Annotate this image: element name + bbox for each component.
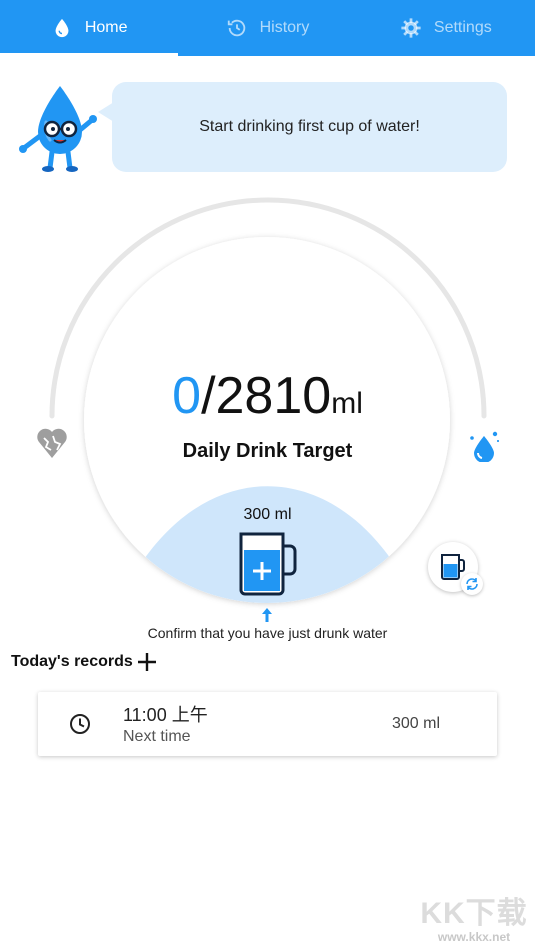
record-time: 11:00 上午 xyxy=(123,705,208,725)
tab-settings[interactable]: Settings xyxy=(357,0,535,56)
cup-amount: 300 ml xyxy=(243,506,292,523)
current-amount: 0 xyxy=(172,367,202,425)
tab-settings-label: Settings xyxy=(433,19,492,36)
tab-history[interactable]: History xyxy=(178,0,356,56)
history-icon xyxy=(227,19,245,37)
cracked-heart-icon xyxy=(37,428,67,458)
bubble-text: Start drinking first cup of water! xyxy=(199,118,420,135)
water-drop-mascot xyxy=(19,86,97,172)
target-amount: 2810 xyxy=(215,367,332,425)
mascot-speech-bubble: Start drinking first cup of water! xyxy=(98,82,507,172)
records-title: Today's records xyxy=(11,653,133,670)
gear-icon xyxy=(401,18,421,38)
watermark-url: www.kkx.net xyxy=(437,930,511,944)
swap-badge xyxy=(461,573,483,595)
record-amount: 300 ml xyxy=(391,715,440,732)
progress-separator: / xyxy=(201,367,216,425)
confirm-drink-text: Confirm that you have just drunk water xyxy=(147,625,388,641)
daily-target-label: Daily Drink Target xyxy=(182,440,353,462)
top-tab-bar: Home History Settings xyxy=(0,0,535,56)
drink-cup-button[interactable] xyxy=(236,528,298,598)
water-drops-icon xyxy=(470,431,499,462)
watermark-logo: KK下载 xyxy=(420,897,528,930)
tab-home-label: Home xyxy=(84,19,128,36)
site-watermark: KK下载 www.kkx.net xyxy=(415,898,533,948)
record-card[interactable]: 11:00 上午 Next time 300 ml xyxy=(38,692,497,756)
progress-readout: 0/2810ml xyxy=(0,368,535,432)
add-record-icon[interactable] xyxy=(137,652,157,672)
refresh-icon xyxy=(466,578,478,590)
amount-unit: ml xyxy=(331,387,363,420)
tab-history-label: History xyxy=(259,19,310,36)
clock-icon xyxy=(70,714,90,734)
record-subtitle: Next time xyxy=(123,728,191,745)
tab-home[interactable]: Home xyxy=(0,0,178,56)
water-drop-icon xyxy=(55,18,69,38)
active-tab-indicator xyxy=(0,53,178,56)
arrow-up-icon xyxy=(262,608,272,622)
